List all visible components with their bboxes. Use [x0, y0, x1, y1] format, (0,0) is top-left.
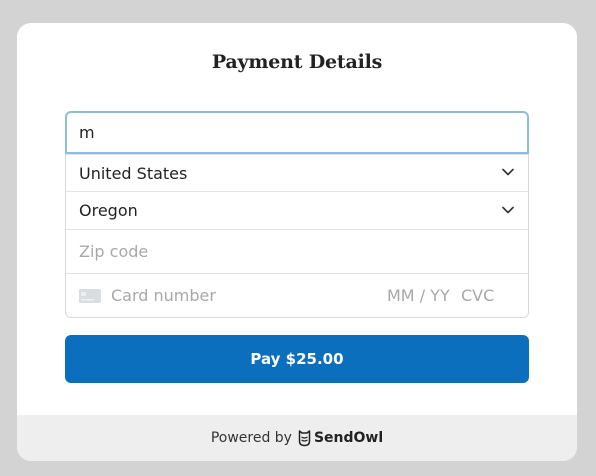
powered-by-label: Powered by — [210, 430, 292, 446]
country-select[interactable]: United States — [66, 154, 528, 191]
zip-placeholder: Zip code — [79, 242, 149, 261]
zip-field[interactable]: Zip code — [66, 229, 528, 273]
pay-button[interactable]: Pay $25.00 — [65, 335, 529, 383]
sendowl-logo[interactable]: SendOwl — [298, 429, 383, 447]
footer: Powered by SendOwl — [17, 415, 577, 461]
brand-name: SendOwl — [313, 430, 384, 446]
owl-logo-icon — [298, 430, 311, 447]
expiry-placeholder[interactable]: MM / YY — [387, 286, 450, 305]
state-value: Oregon — [79, 201, 138, 220]
card-field[interactable]: Card number MM / YY CVC — [66, 273, 528, 317]
state-select[interactable]: Oregon — [66, 191, 528, 229]
card-number-placeholder: Card number — [111, 286, 216, 305]
credit-card-icon — [79, 288, 101, 303]
name-field[interactable] — [65, 111, 529, 154]
name-input[interactable] — [79, 123, 527, 142]
page-title: Payment Details — [211, 51, 383, 73]
cvc-placeholder[interactable]: CVC — [461, 286, 494, 305]
chevron-down-icon — [502, 168, 514, 176]
chevron-down-icon — [502, 206, 514, 213]
payment-form: United States Oregon Zip code Card numbe… — [65, 111, 529, 318]
country-value: United States — [79, 163, 188, 183]
payment-card: Payment Details United States Oregon Zip… — [17, 23, 577, 461]
